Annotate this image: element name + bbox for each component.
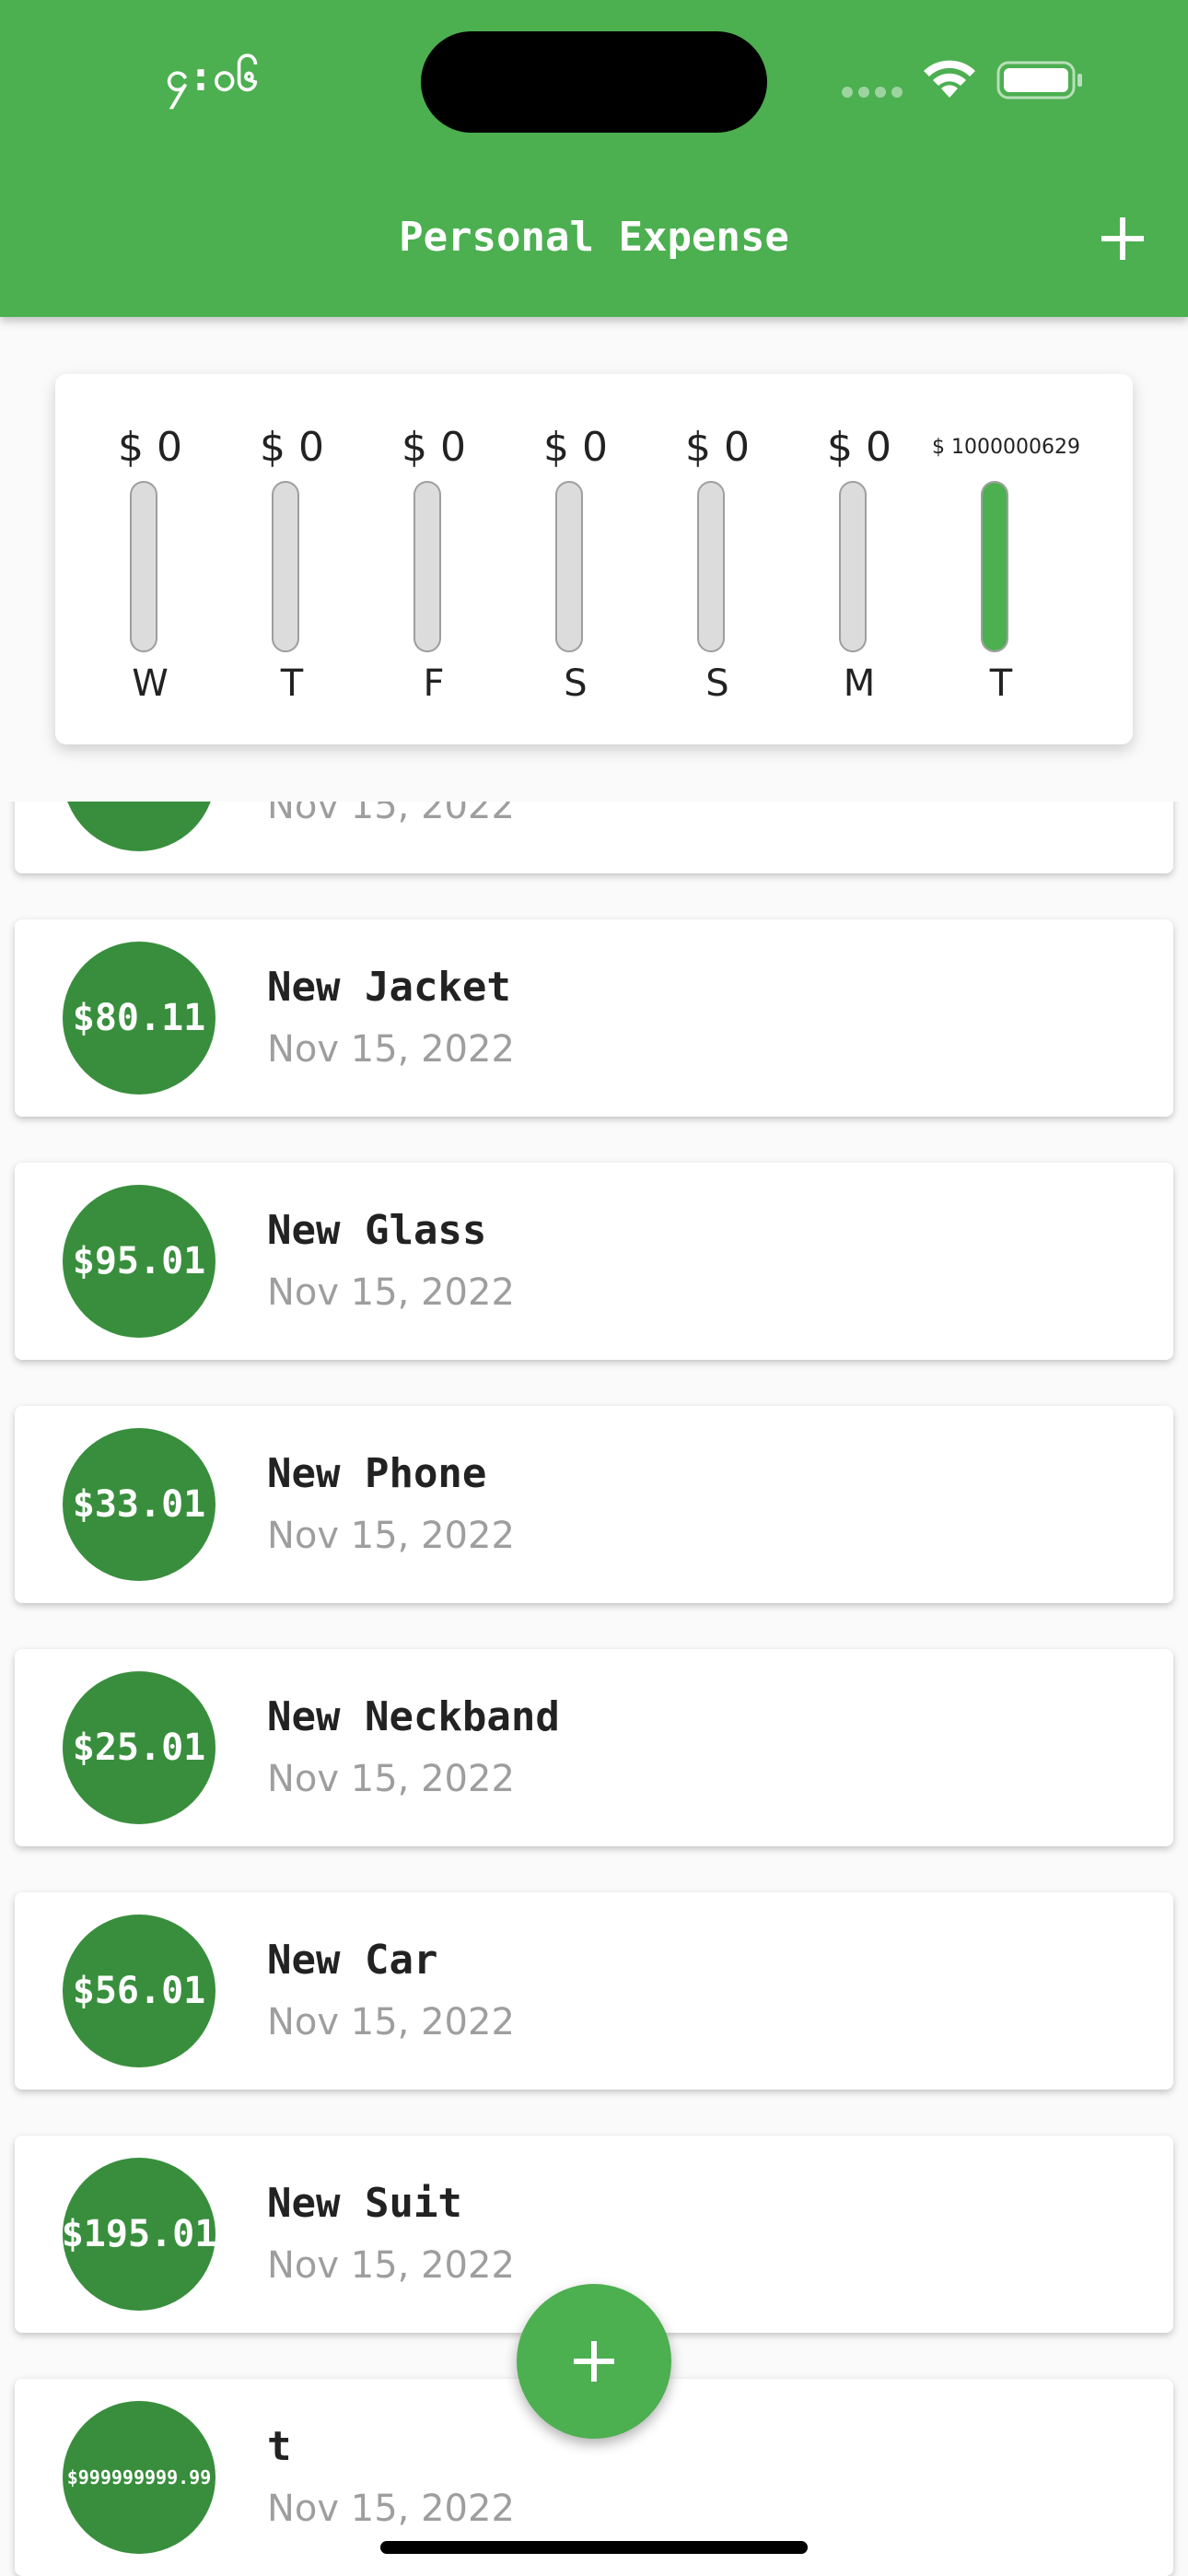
page-title: Personal Expense bbox=[399, 214, 789, 261]
transaction-date: Nov 15, 2022 bbox=[267, 1515, 515, 1557]
bar-track bbox=[981, 481, 1008, 652]
transaction-date: Nov 15, 2022 bbox=[267, 1028, 515, 1071]
bar-track bbox=[697, 481, 725, 652]
add-transaction-fab[interactable] bbox=[517, 2284, 671, 2439]
dynamic-island bbox=[421, 31, 767, 133]
transaction-title: New Neckband bbox=[267, 1693, 560, 1740]
transaction-title: New Glass bbox=[267, 1207, 487, 1254]
bar-amount-label: $ 0 bbox=[685, 424, 750, 471]
bar-amount-label: $ 0 bbox=[118, 424, 182, 471]
chart-bar-column: $ 1000000629 T bbox=[932, 374, 1080, 744]
transaction-item[interactable]: Nov 15, 2022 bbox=[15, 802, 1173, 873]
transaction-date: Nov 15, 2022 bbox=[267, 2244, 515, 2287]
bar-day-label: S bbox=[564, 662, 588, 705]
plus-icon bbox=[1101, 217, 1144, 260]
transaction-item[interactable]: $95.01 New Glass Nov 15, 2022 bbox=[15, 1163, 1173, 1360]
bar-amount-label: $ 0 bbox=[827, 424, 891, 471]
transaction-date: Nov 15, 2022 bbox=[267, 1758, 515, 1800]
bar-day-label: W bbox=[132, 662, 169, 705]
chart-bar-column: $ 0 F bbox=[365, 374, 503, 744]
transaction-amount-badge: $25.01 bbox=[63, 1671, 215, 1824]
bar-day-label: S bbox=[705, 662, 729, 705]
chart-bar-column: $ 0 S bbox=[507, 374, 645, 744]
transaction-amount-badge bbox=[63, 802, 215, 851]
transaction-title: New Car bbox=[267, 1937, 438, 1984]
wifi-icon bbox=[924, 60, 975, 98]
chart-bar-column: $ 0 W bbox=[81, 374, 219, 744]
weekly-spending-chart: $ 0 W $ 0 T $ 0 F $ 0 S $ 0 S $ 0 M $ 1000000629 T bbox=[55, 374, 1133, 744]
transaction-item[interactable]: $80.11 New Jacket Nov 15, 2022 bbox=[15, 919, 1173, 1117]
battery-icon bbox=[996, 61, 1082, 100]
transaction-item[interactable]: $56.01 New Car Nov 15, 2022 bbox=[15, 1892, 1173, 2090]
transaction-amount-badge: $195.01 bbox=[62, 2158, 216, 2311]
bar-track bbox=[130, 481, 157, 652]
chart-bar-column: $ 0 S bbox=[648, 374, 786, 744]
transaction-amount-badge: $56.01 bbox=[63, 1914, 215, 2067]
transaction-title: New Suit bbox=[267, 2180, 462, 2227]
cellular-signal-icon bbox=[842, 87, 904, 98]
bar-day-label: T bbox=[280, 662, 304, 705]
transaction-date: Nov 15, 2022 bbox=[267, 802, 515, 827]
transaction-amount-badge: $80.11 bbox=[63, 942, 215, 1095]
transaction-amount-badge: $33.01 bbox=[63, 1428, 215, 1581]
plus-icon bbox=[574, 2341, 614, 2382]
bar-amount-label: $ 1000000629 bbox=[932, 436, 1080, 459]
transaction-amount-badge: $95.01 bbox=[63, 1185, 215, 1338]
transaction-item[interactable]: $33.01 New Phone Nov 15, 2022 bbox=[15, 1406, 1173, 1603]
home-indicator bbox=[380, 2541, 808, 2554]
transaction-item[interactable]: $25.01 New Neckband Nov 15, 2022 bbox=[15, 1649, 1173, 1846]
bar-day-label: M bbox=[843, 662, 876, 705]
chart-bar-column: $ 0 M bbox=[790, 374, 928, 744]
transaction-date: Nov 15, 2022 bbox=[267, 2001, 515, 2043]
transaction-date: Nov 15, 2022 bbox=[267, 1271, 515, 1314]
add-expense-button[interactable] bbox=[1092, 208, 1153, 269]
status-bar-time: ၄:၀၆ bbox=[166, 53, 259, 100]
transaction-date: Nov 15, 2022 bbox=[267, 2488, 515, 2530]
transaction-title: New Phone bbox=[267, 1450, 487, 1497]
transaction-amount-badge: $999999999.99 bbox=[63, 2401, 215, 2554]
bar-amount-label: $ 0 bbox=[543, 424, 608, 471]
bar-amount-label: $ 0 bbox=[260, 424, 324, 471]
bar-track bbox=[272, 481, 299, 652]
bar-track bbox=[413, 481, 441, 652]
transaction-title: t bbox=[267, 2423, 292, 2470]
bar-day-label: F bbox=[423, 662, 445, 705]
bar-track bbox=[555, 481, 583, 652]
chart-bar-column: $ 0 T bbox=[223, 374, 361, 744]
app-bar: ၄:၀၆ Personal Expense bbox=[0, 0, 1188, 317]
bar-track bbox=[839, 481, 867, 652]
bar-day-label: T bbox=[989, 662, 1013, 705]
bar-fill bbox=[983, 483, 1007, 650]
transaction-title: New Jacket bbox=[267, 964, 511, 1011]
bar-amount-label: $ 0 bbox=[402, 424, 466, 471]
